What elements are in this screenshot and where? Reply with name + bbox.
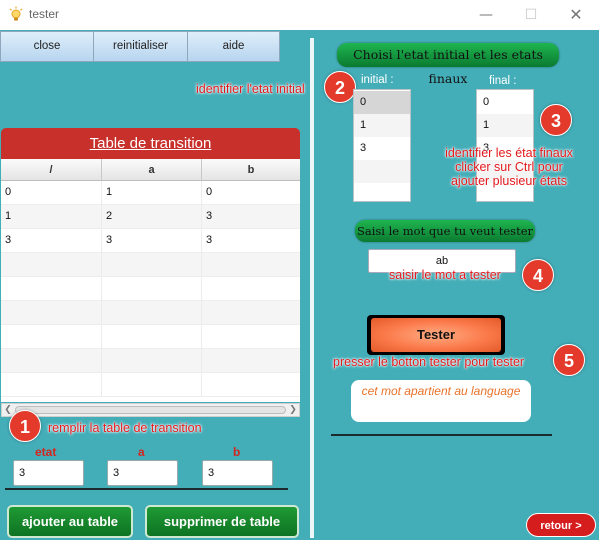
final-label: final : bbox=[489, 75, 517, 87]
panel-divider bbox=[310, 38, 314, 538]
a-label: a bbox=[138, 445, 145, 459]
list-item-selected[interactable]: 0 bbox=[354, 91, 410, 114]
table-cell[interactable]: 2 bbox=[102, 205, 202, 228]
table-row-empty bbox=[1, 349, 300, 373]
tester-button[interactable]: Tester bbox=[367, 315, 505, 355]
table-row-empty bbox=[1, 253, 300, 277]
table-row-empty bbox=[1, 301, 300, 325]
annotation-2-badge: 2 bbox=[324, 71, 356, 103]
a-input[interactable]: 3 bbox=[107, 460, 178, 486]
lightbulb-icon bbox=[9, 6, 23, 21]
table-cell[interactable]: 1 bbox=[1, 205, 102, 228]
transition-table-title: Table de transition bbox=[1, 128, 300, 159]
table-cell[interactable]: 3 bbox=[202, 205, 300, 228]
add-to-table-button[interactable]: ajouter au table bbox=[7, 505, 133, 538]
minimize-icon[interactable]: — bbox=[475, 4, 497, 26]
list-item[interactable]: 1 bbox=[354, 114, 410, 137]
table-row[interactable]: 0 1 0 bbox=[1, 181, 300, 205]
table-row-empty bbox=[1, 373, 300, 397]
annotation-5-badge: 5 bbox=[553, 344, 585, 376]
annotation-4-text: saisir le mot a tester bbox=[389, 268, 501, 282]
annotation-1-badge: 1 bbox=[9, 410, 41, 442]
result-message: cet mot apartient au language bbox=[351, 380, 531, 422]
table-cell[interactable]: 0 bbox=[1, 181, 102, 204]
annotation-3-text: identifier les état finaux clicker sur C… bbox=[445, 146, 573, 188]
scroll-left-icon[interactable]: ❮ bbox=[2, 404, 14, 416]
transition-table[interactable]: / a b 0 1 0 1 2 3 3 3 3 bbox=[1, 159, 300, 402]
divider bbox=[5, 488, 288, 490]
close-button[interactable]: close bbox=[0, 31, 94, 62]
list-item[interactable]: 1 bbox=[477, 114, 533, 137]
column-header-a[interactable]: a bbox=[102, 159, 202, 181]
horizontal-scrollbar[interactable]: ❮ ❯ bbox=[1, 403, 300, 417]
annotation-4-badge: 4 bbox=[522, 259, 554, 291]
table-row[interactable]: 3 3 3 bbox=[1, 229, 300, 253]
scroll-right-icon[interactable]: ❯ bbox=[287, 404, 299, 416]
initial-label: initial : bbox=[361, 74, 394, 86]
list-item[interactable]: 0 bbox=[477, 91, 533, 114]
delete-from-table-button[interactable]: supprimer de table bbox=[145, 505, 299, 538]
reset-button[interactable]: reinitialiser bbox=[93, 31, 188, 62]
etat-input[interactable]: 3 bbox=[13, 460, 84, 486]
title-bar: tester — ☐ ✕ bbox=[0, 0, 599, 30]
maximize-icon[interactable]: ☐ bbox=[520, 4, 542, 26]
list-item[interactable]: 3 bbox=[354, 137, 410, 160]
divider bbox=[331, 434, 552, 436]
annotation-5-text: presser le botton tester pour tester bbox=[333, 355, 525, 369]
word-header: Saisi le mot que tu veut tester bbox=[355, 220, 535, 242]
table-cell[interactable]: 3 bbox=[102, 229, 202, 252]
table-cell[interactable]: 1 bbox=[102, 181, 202, 204]
table-row-empty bbox=[1, 325, 300, 349]
b-input[interactable]: 3 bbox=[202, 460, 273, 486]
annotation-1-text: remplir la table de transition bbox=[48, 421, 202, 435]
choose-states-header: Choisi l'etat initial et les etats finau… bbox=[337, 43, 559, 86]
tester-button-label[interactable]: Tester bbox=[371, 318, 501, 352]
scrollbar-thumb[interactable] bbox=[15, 406, 286, 414]
table-row[interactable]: 1 2 3 bbox=[1, 205, 300, 229]
table-row-empty bbox=[1, 277, 300, 301]
etat-label: etat bbox=[35, 445, 57, 459]
annotation-2-text: identifier l'etat initial bbox=[196, 82, 305, 96]
table-cell[interactable]: 0 bbox=[202, 181, 300, 204]
help-button[interactable]: aide bbox=[187, 31, 280, 62]
table-cell[interactable]: 3 bbox=[202, 229, 300, 252]
table-cell[interactable]: 3 bbox=[1, 229, 102, 252]
window-title: tester bbox=[29, 7, 60, 21]
list-item-empty bbox=[354, 160, 410, 183]
annotation-3-badge: 3 bbox=[540, 104, 572, 136]
column-header-state[interactable]: / bbox=[1, 159, 102, 181]
b-label: b bbox=[233, 445, 241, 459]
initial-state-list[interactable]: 0 1 3 bbox=[353, 89, 411, 202]
column-header-b[interactable]: b bbox=[202, 159, 300, 181]
back-button[interactable]: retour > bbox=[526, 513, 596, 537]
close-icon[interactable]: ✕ bbox=[565, 4, 587, 26]
